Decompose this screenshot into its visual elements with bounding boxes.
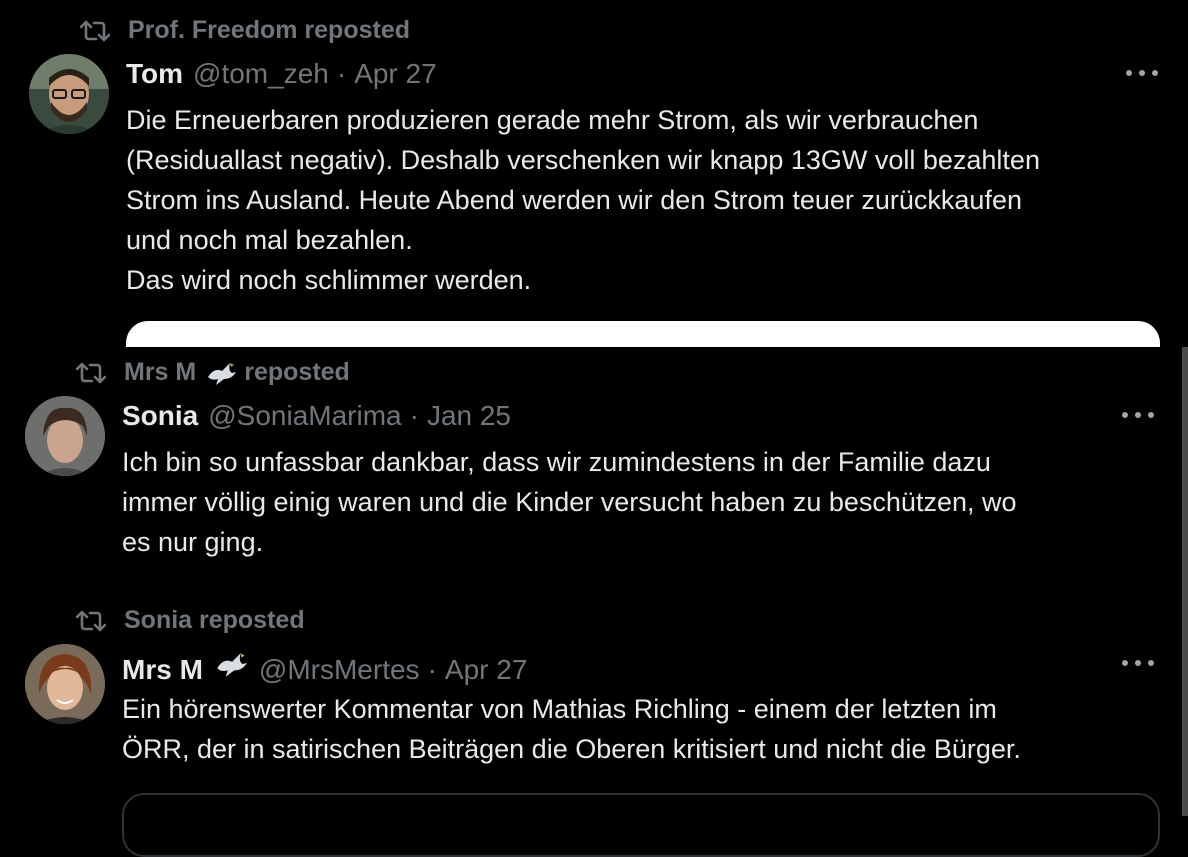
author-name[interactable]: Tom — [126, 58, 183, 90]
author-name[interactable]: Sonia — [122, 400, 198, 432]
tweet-date[interactable]: Apr 27 — [354, 58, 437, 90]
tweet-text: Die Erneuerbaren produzieren gerade mehr… — [126, 105, 1040, 295]
avatar[interactable] — [25, 644, 105, 724]
tweet-date[interactable]: Apr 27 — [445, 654, 528, 686]
scrollbar[interactable] — [1182, 347, 1188, 816]
tweet-header: Sonia @SoniaMarima · Jan 25 — [122, 400, 511, 432]
repost-suffix: reposted — [244, 358, 350, 386]
tweet-sonia[interactable]: Mrs M reposted Sonia @SoniaMarima · Jan … — [0, 347, 1188, 597]
author-handle[interactable]: @SoniaMarima — [208, 400, 401, 432]
author-handle[interactable]: @tom_zeh — [193, 58, 329, 90]
avatar[interactable] — [25, 396, 105, 476]
avatar[interactable] — [29, 54, 109, 134]
more-icon[interactable] — [1122, 410, 1154, 420]
author-handle[interactable]: @MrsMertes — [259, 654, 420, 686]
dove-icon — [208, 362, 237, 385]
tweet-text: Ein hörenswerter Kommentar von Mathias R… — [122, 694, 1021, 764]
separator: · — [427, 654, 437, 685]
media-card[interactable] — [122, 793, 1160, 857]
tweet-mrs-m[interactable]: Sonia reposted Mrs M @MrsMertes · Apr 27… — [0, 597, 1188, 857]
tweet-header: Mrs M @MrsMertes · Apr 27 — [122, 649, 527, 686]
tweet-date[interactable]: Jan 25 — [427, 400, 511, 432]
more-icon[interactable] — [1126, 68, 1158, 78]
separator: · — [409, 400, 419, 431]
repost-name[interactable]: Mrs M — [124, 358, 196, 387]
tweet-tom[interactable]: Prof. Freedom reposted Tom @tom_zeh · Ap… — [0, 0, 1188, 361]
repost-indicator: Prof. Freedom reposted — [80, 16, 410, 45]
repost-icon — [76, 362, 106, 383]
repost-label[interactable]: Sonia reposted — [124, 606, 305, 635]
repost-icon — [76, 610, 106, 631]
repost-icon — [80, 20, 110, 41]
repost-indicator: Mrs M reposted — [76, 358, 350, 387]
author-name[interactable]: Mrs M — [122, 654, 203, 686]
tweet-text: Ich bin so unfassbar dankbar, dass wir z… — [122, 447, 1017, 557]
repost-indicator: Sonia reposted — [76, 606, 305, 635]
separator: · — [336, 58, 347, 89]
repost-label[interactable]: Prof. Freedom reposted — [128, 16, 410, 45]
tweet-header: Tom @tom_zeh · Apr 27 — [126, 58, 437, 90]
dove-icon — [217, 653, 247, 677]
more-icon[interactable] — [1122, 658, 1154, 668]
